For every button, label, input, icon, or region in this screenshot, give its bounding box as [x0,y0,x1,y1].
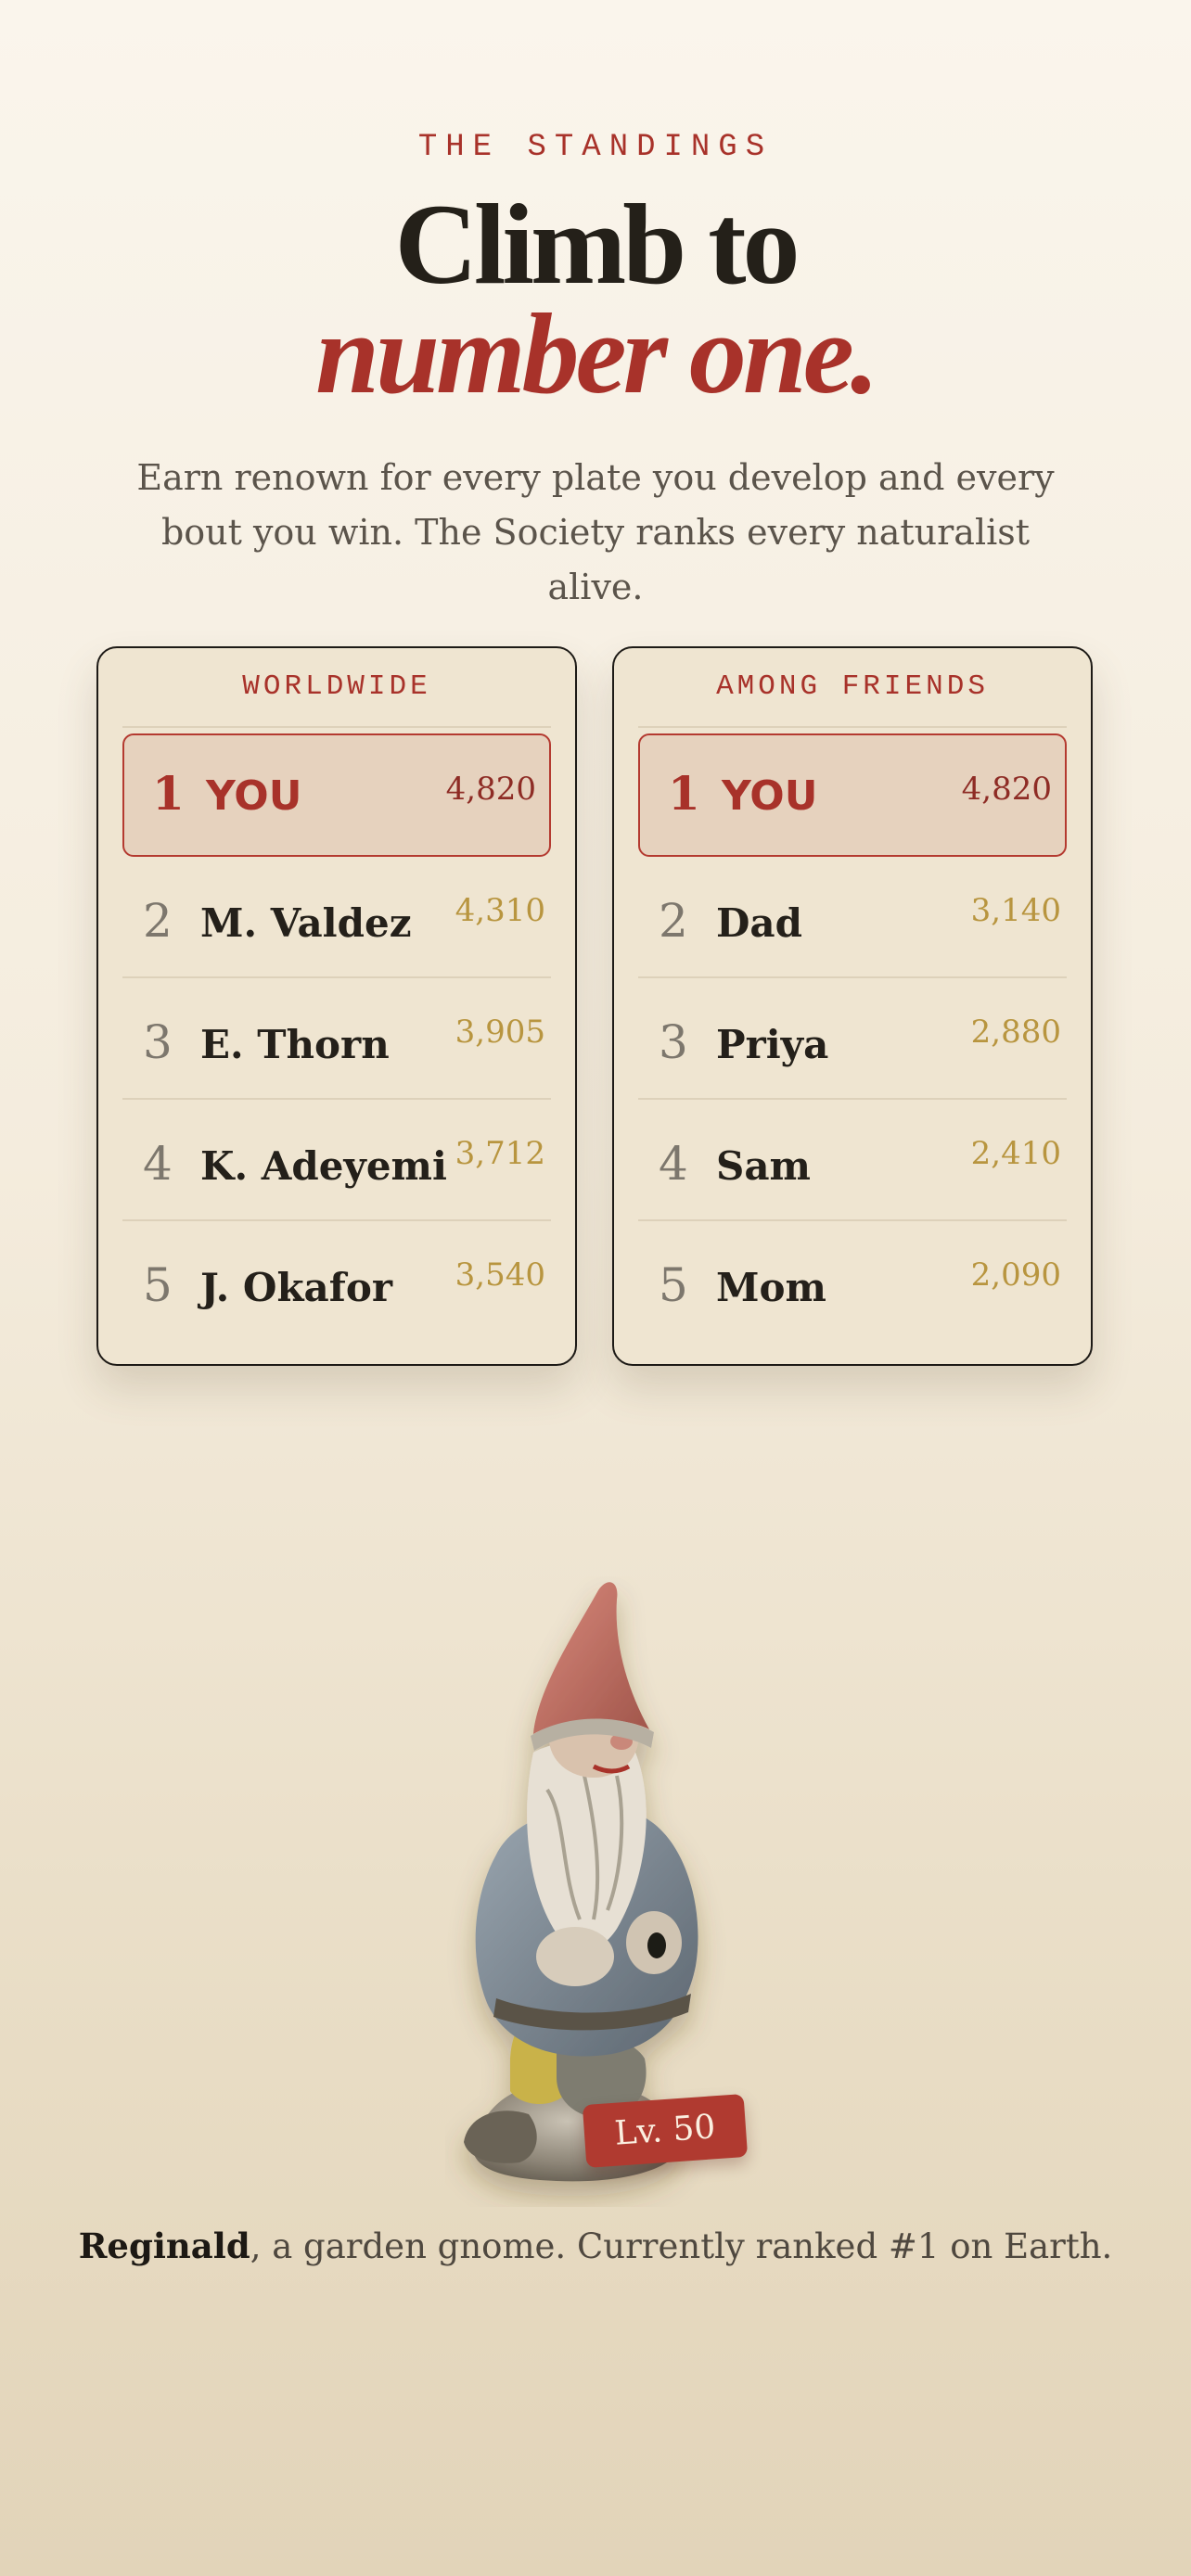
leaderboard-worldwide: WORLDWIDE 1 YOU 4,820 2 M. Valdez 4,310 … [96,646,577,1366]
player-name: J. Okafor [200,1265,392,1310]
player-points: 3,140 [970,892,1061,929]
leaderboard-row[interactable]: 5 Mom 2,090 [638,1221,1067,1343]
player-name: YOU [206,772,302,820]
rank-number: 4 [143,1137,173,1191]
headline-line-1: Climb to [394,181,800,308]
player-name: Mom [716,1265,826,1310]
rank-number: 5 [659,1258,688,1312]
leaderboard-row[interactable]: 3 E. Thorn 3,905 [122,978,551,1100]
player-points: 4,820 [445,771,536,808]
leaderboard-friends: AMONG FRIENDS 1 YOU 4,820 2 Dad 3,140 3 … [612,646,1093,1366]
player-points: 2,090 [970,1256,1061,1294]
mascot-caption: Reginald, a garden gnome. Currently rank… [0,2225,1191,2266]
leaderboard-row[interactable]: 2 Dad 3,140 [638,857,1067,978]
rank-number: 3 [143,1015,173,1069]
rank-number: 2 [143,894,173,948]
leaderboard-row[interactable]: 4 Sam 2,410 [638,1100,1067,1221]
rank-number: 1 [668,766,700,821]
player-name: Sam [716,1143,811,1189]
player-points: 3,905 [455,1014,545,1051]
rank-number: 3 [659,1015,688,1069]
player-name: Dad [716,900,803,946]
level-badge: Lv. 50 [582,2094,749,2168]
player-points: 4,820 [961,771,1052,808]
rank-number: 5 [143,1258,173,1312]
player-points: 3,540 [455,1256,545,1294]
intro-text: Earn renown for every plate you develop … [136,457,1055,607]
player-name: E. Thorn [200,1022,390,1067]
leaderboard-row-current-user[interactable]: 1 YOU 4,820 [638,733,1067,857]
mascot-name: Reginald [78,2225,250,2266]
player-points: 2,410 [970,1135,1061,1172]
leaderboard-row[interactable]: 5 J. Okafor 3,540 [122,1221,551,1343]
mascot-description: , a garden gnome. Currently ranked #1 on… [250,2226,1113,2266]
section-eyebrow: THE STANDINGS [417,130,774,165]
player-name: YOU [722,772,818,820]
player-points: 3,712 [455,1135,545,1172]
player-points: 4,310 [455,892,545,929]
leaderboard-row[interactable]: 2 M. Valdez 4,310 [122,857,551,978]
rank-number: 2 [659,894,688,948]
rank-number: 1 [152,766,185,821]
player-points: 2,880 [970,1014,1061,1051]
leaderboard-title: WORLDWIDE [122,648,551,728]
leaderboard-row-current-user[interactable]: 1 YOU 4,820 [122,733,551,857]
player-name: M. Valdez [200,900,412,946]
page-headline: Climb to number one. [0,187,1191,417]
headline-line-2: number one. [315,290,879,417]
player-name: Priya [716,1022,829,1067]
leaderboard-row[interactable]: 4 K. Adeyemi 3,712 [122,1100,551,1221]
rank-number: 4 [659,1137,688,1191]
leaderboard-row[interactable]: 3 Priya 2,880 [638,978,1067,1100]
leaderboard-title: AMONG FRIENDS [638,648,1067,728]
player-name: K. Adeyemi [200,1143,447,1189]
